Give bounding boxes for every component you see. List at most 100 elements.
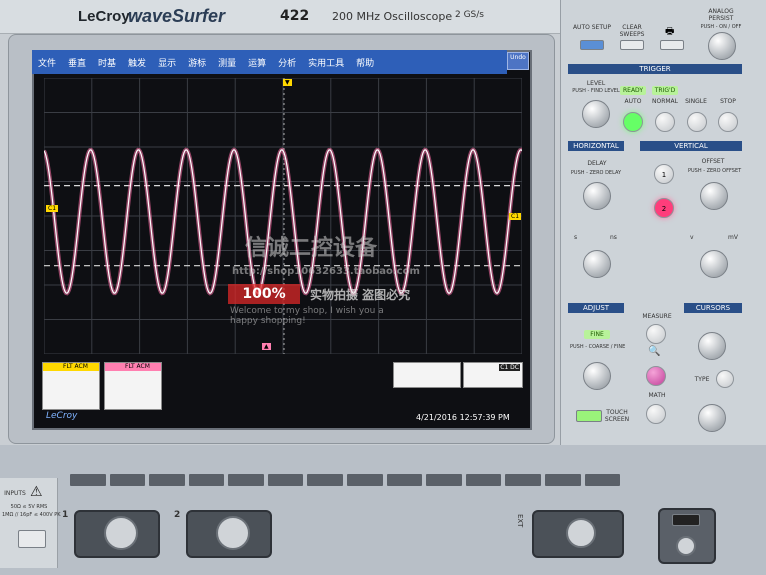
push-zero-delay-label: PUSH - ZERO DELAY <box>570 170 622 176</box>
timebase-ns-label: ns <box>610 234 617 241</box>
fine-indicator: FINE <box>584 330 610 339</box>
brand-logo: LeCroy <box>78 8 130 25</box>
horizontal-section-header: HORIZONTAL <box>568 141 624 151</box>
trigd-indicator: TRIG'D <box>652 86 678 95</box>
vent-slot <box>347 474 383 486</box>
auto-trigger-button[interactable] <box>623 112 643 132</box>
inputs-label: INPUTS <box>4 490 26 497</box>
vent-slot <box>386 474 423 486</box>
vent-slot <box>109 474 146 486</box>
model-number: 422 <box>280 8 310 24</box>
analog-persist-label: ANALOG PERSIST <box>708 8 734 22</box>
math-info-header: FLT ACM <box>105 363 161 371</box>
vent-slot <box>505 474 541 486</box>
vent-slot <box>149 474 185 486</box>
printer-icon: 🖶 <box>665 26 675 37</box>
zoom-icon: 🔍 <box>648 346 661 357</box>
watermark-text: 实物拍摄 盗图必究 <box>310 288 411 302</box>
sample-rate: 2 GS/s <box>455 10 484 20</box>
clear-sweeps-button[interactable] <box>620 40 644 50</box>
menu-item-2[interactable]: 时基 <box>98 56 116 69</box>
ready-indicator: READY <box>620 86 646 95</box>
menu-item-9[interactable]: 实用工具 <box>308 56 344 69</box>
math-label: MATH <box>648 392 666 399</box>
math-info-box[interactable]: FLT ACM <box>104 362 162 410</box>
stop-trigger-button[interactable] <box>718 112 738 132</box>
timebase-knob[interactable] <box>583 250 611 278</box>
menu-item-0[interactable]: 文件 <box>38 56 56 69</box>
measure-button[interactable] <box>646 324 666 344</box>
input-rating-1mohm: 1MΩ // 16pF ≤ 400V PK <box>2 512 61 518</box>
menu-item-10[interactable]: 帮助 <box>356 56 374 69</box>
vent-slot <box>465 474 502 486</box>
vent-slot <box>70 474 106 486</box>
stop-label: STOP <box>720 98 736 105</box>
ch2-input-label: 2 <box>174 510 181 520</box>
delay-label: DELAY <box>587 160 607 167</box>
watermark-welcome-2: happy shopping! <box>230 316 306 326</box>
trigger-level-marker[interactable]: C1 <box>509 213 522 220</box>
trigger-section-header: TRIGGER <box>568 64 742 74</box>
menu-item-3[interactable]: 触发 <box>128 56 146 69</box>
screen-logo: LeCroy <box>46 411 78 421</box>
normal-trigger-button[interactable] <box>655 112 675 132</box>
vent-slot <box>228 474 264 486</box>
cursor-2-knob[interactable] <box>698 404 726 432</box>
ch1-bnc-plug <box>104 516 138 550</box>
offset-knob[interactable] <box>700 182 728 210</box>
touch-screen-button[interactable] <box>576 410 602 422</box>
instrument-title: 200 MHz Oscilloscope <box>332 10 453 23</box>
cursor-type-button[interactable] <box>716 370 734 388</box>
push-coarse-fine-label: PUSH - COARSE / FINE <box>570 344 626 350</box>
volts-div-knob[interactable] <box>700 250 728 278</box>
ch1-input-label: 1 <box>62 510 69 520</box>
math-button[interactable] <box>646 404 666 424</box>
vent-grille <box>70 474 621 486</box>
clear-sweeps-label: CLEAR SWEEPS <box>619 24 645 38</box>
warning-icon: ⚠ <box>30 484 43 500</box>
trigger-coupling-tag: C1 DC <box>499 364 520 371</box>
print-button[interactable] <box>660 40 684 50</box>
watermark-badge: 100% <box>228 284 300 304</box>
adjust-section-header: ADJUST <box>568 303 624 313</box>
trigger-delay-marker[interactable]: ▼ <box>283 79 292 86</box>
vent-slot <box>584 474 621 486</box>
vent-slot <box>544 474 581 486</box>
menu-item-5[interactable]: 游标 <box>188 56 206 69</box>
adjust-knob[interactable] <box>583 362 611 390</box>
trigger-info-box[interactable]: C1 DC <box>463 362 523 388</box>
timebase-s-label: s <box>574 234 578 241</box>
ch1-info-header: FLT ACM <box>43 363 99 371</box>
channel-2-button[interactable]: 2 <box>654 198 674 218</box>
touch-screen-label: TOUCH SCREEN <box>604 409 630 423</box>
menu-item-7[interactable]: 运算 <box>248 56 266 69</box>
auto-setup-button[interactable] <box>580 40 604 50</box>
persist-knob[interactable] <box>708 32 736 60</box>
menu-item-8[interactable]: 分析 <box>278 56 296 69</box>
push-on-off-label: PUSH - ON / OFF <box>700 24 742 30</box>
menu-item-1[interactable]: 垂直 <box>68 56 86 69</box>
push-find-level-label: PUSH - FIND LEVEL <box>572 88 620 94</box>
menu-item-6[interactable]: 测量 <box>218 56 236 69</box>
offset-label: OFFSET <box>701 158 725 165</box>
delay-knob[interactable] <box>583 182 611 210</box>
ch1-info-box[interactable]: FLT ACM <box>42 362 100 410</box>
level-label: LEVEL <box>586 80 606 87</box>
type-label: TYPE <box>694 376 710 383</box>
normal-label: NORMAL <box>651 98 678 105</box>
undo-button[interactable]: Undo <box>507 52 529 70</box>
trigger-level-knob[interactable] <box>582 100 610 128</box>
ext-bnc-plug <box>566 518 596 548</box>
single-trigger-button[interactable] <box>687 112 707 132</box>
input-rating-50ohm: 50Ω ≤ 5V RMS <box>10 504 48 510</box>
cursor-1-knob[interactable] <box>698 332 726 360</box>
input-latch[interactable] <box>18 530 46 548</box>
ch1-ground-marker[interactable]: C1 <box>46 205 59 212</box>
menu-item-4[interactable]: 显示 <box>158 56 176 69</box>
usb-port[interactable] <box>672 514 700 526</box>
probe-cal-terminal[interactable] <box>676 536 696 556</box>
watermark-url: http://shop10632633.taobao.com <box>232 266 420 277</box>
zoom-button[interactable] <box>646 366 666 386</box>
channel-1-button[interactable]: 1 <box>654 164 674 184</box>
timebase-info-box[interactable] <box>393 362 461 388</box>
